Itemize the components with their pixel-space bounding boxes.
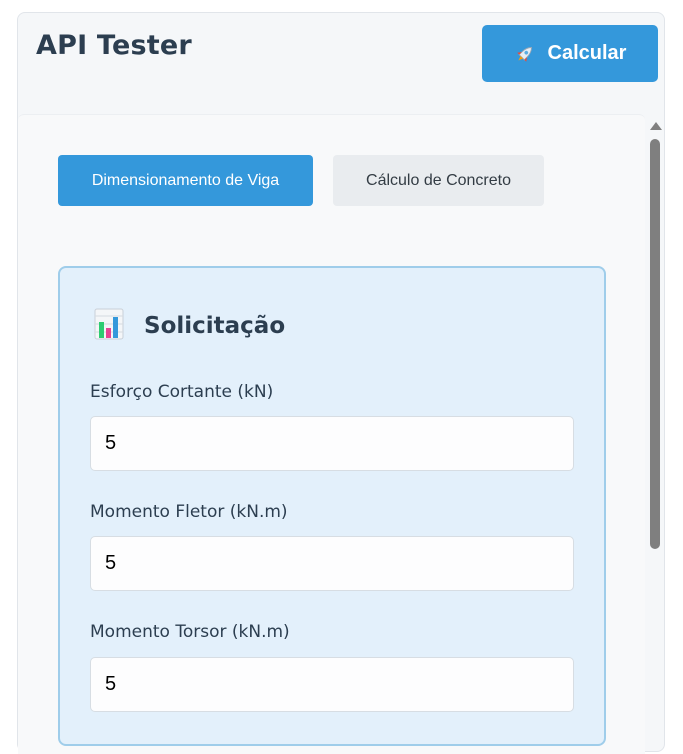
calculate-button[interactable]: Calcular [482,25,658,82]
esforco-cortante-input[interactable] [90,416,574,471]
main-panel: Dimensionamento de Viga Cálculo de Concr… [18,114,645,754]
tab-dimensionamento-de-viga[interactable]: Dimensionamento de Viga [58,155,313,206]
scroll-thumb[interactable] [650,139,660,549]
app-window: API Tester Calcular Dimensionamento de V… [17,12,665,754]
rocket-icon [514,43,536,65]
bar-chart-icon [94,308,124,344]
solicitacao-card: Solicitação Esforço Cortante (kN) Moment… [58,266,606,746]
esforco-cortante-label: Esforço Cortante (kN) [90,382,274,402]
vertical-scrollbar[interactable] [647,116,663,752]
momento-torsor-label: Momento Torsor (kN.m) [90,622,290,642]
calculate-button-label: Calcular [547,42,627,64]
card-header: Solicitação [94,308,285,344]
scroll-up-arrow-icon[interactable] [650,122,662,130]
tab-calculo-de-concreto[interactable]: Cálculo de Concreto [333,155,544,206]
card-title: Solicitação [144,313,286,339]
momento-torsor-input[interactable] [90,657,574,712]
momento-fletor-input[interactable] [90,536,574,591]
momento-fletor-label: Momento Fletor (kN.m) [90,502,288,522]
app-title: API Tester [36,30,192,61]
